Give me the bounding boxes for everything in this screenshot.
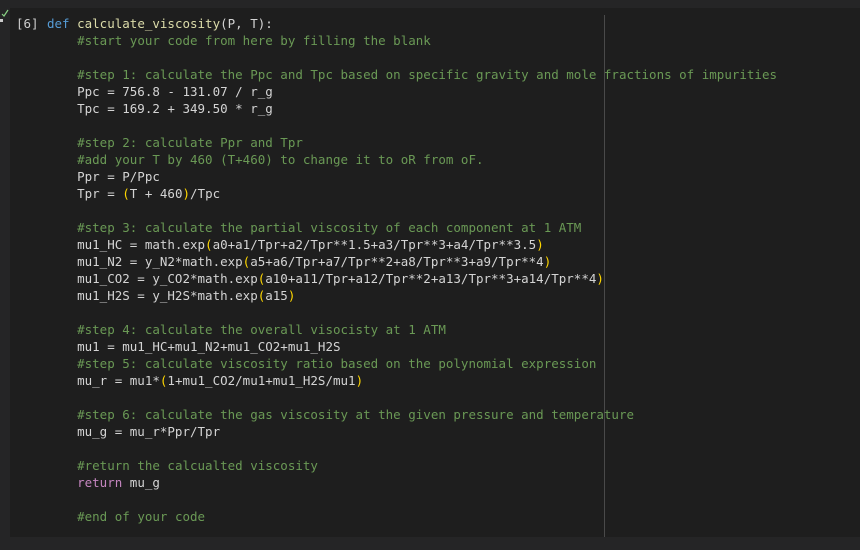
code-line[interactable] — [47, 49, 777, 66]
code-token-plain: a0+a1/Tpr+a2/Tpr**1.5+a3/Tpr**3+a4/Tpr**… — [212, 237, 537, 252]
code-token-plain: mu1_HC = math.exp — [47, 237, 206, 252]
code-line[interactable]: #return the calcualted viscosity — [47, 457, 777, 474]
code-token-comment: #step 6: calculate the gas viscosity at … — [77, 407, 635, 422]
code-token-paren: ) — [287, 288, 296, 303]
code-token-comment: #step 1: calculate the Ppc and Tpc based… — [77, 67, 777, 82]
code-token-ctrl: return — [77, 475, 123, 490]
check-icon — [0, 8, 10, 28]
code-line[interactable]: #start your code from here by filling th… — [47, 32, 777, 49]
code-token-plain: mu1_CO2 = y_CO2*math.exp — [47, 271, 258, 286]
code-token-comment: #step 3: calculate the partial viscosity… — [77, 220, 582, 235]
code-line[interactable]: #step 1: calculate the Ppc and Tpc based… — [47, 66, 777, 83]
code-line[interactable]: Ppr = P/Ppc — [47, 168, 777, 185]
code-token-fn: calculate_viscosity — [77, 16, 221, 31]
bottom-strip — [0, 537, 860, 550]
code-token-paren: ) — [536, 237, 544, 252]
code-line[interactable]: def calculate_viscosity(P, T): — [47, 15, 777, 32]
code-line[interactable]: return mu_g — [47, 474, 777, 491]
code-token-plain: Ppr = P/Ppc — [47, 169, 160, 184]
code-token-paren: ( — [122, 186, 130, 201]
code-line[interactable]: Tpr = (T + 460)/Tpc — [47, 185, 777, 202]
code-line[interactable] — [47, 491, 777, 508]
code-token-comment: #add your T by 460 (T+460) to change it … — [77, 152, 484, 167]
code-line[interactable]: #step 2: calculate Ppr and Tpr — [47, 134, 777, 151]
code-token-plain: a15 — [265, 288, 288, 303]
top-toolbar-strip — [0, 0, 860, 8]
code-token-paren: ) — [182, 186, 191, 201]
code-token-plain: mu1_N2 = y_N2*math.exp — [47, 254, 243, 269]
code-token-plain: mu_r = mu1* — [47, 373, 160, 388]
code-token-paren: ) — [355, 373, 364, 388]
notebook-window: [6] def calculate_viscosity(P, T): #star… — [0, 0, 860, 550]
execution-count-label: [6] — [16, 16, 39, 31]
code-token-plain: mu_g — [122, 475, 160, 490]
code-line[interactable]: Tpc = 169.2 + 349.50 * r_g — [47, 100, 777, 117]
code-line[interactable] — [47, 304, 777, 321]
code-editor[interactable]: def calculate_viscosity(P, T): #start yo… — [47, 15, 777, 525]
code-token-comment: #step 2: calculate Ppr and Tpr — [77, 135, 303, 150]
code-line[interactable] — [47, 440, 777, 457]
code-token-plain: 1+mu1_CO2/mu1+mu1_H2S/mu1 — [167, 373, 356, 388]
code-line[interactable] — [47, 389, 777, 406]
code-token-comment: #end of your code — [77, 509, 206, 524]
code-token-comment: #step 4: calculate the overall visocisty… — [77, 322, 446, 337]
code-token-plain: a5+a6/Tpr+a7/Tpr**2+a8/Tpr**3+a9/Tpr**4 — [250, 254, 544, 269]
code-line[interactable]: Ppc = 756.8 - 131.07 / r_g — [47, 83, 777, 100]
code-line[interactable]: #add your T by 460 (T+460) to change it … — [47, 151, 777, 168]
code-line[interactable]: #end of your code — [47, 508, 777, 525]
code-token-plain: Tpr = — [47, 186, 123, 201]
code-token-comment: #return the calcualted viscosity — [77, 458, 318, 473]
code-line[interactable]: mu1_H2S = y_H2S*math.exp(a15) — [47, 287, 777, 304]
code-token-plain: T + 460 — [129, 186, 183, 201]
code-line[interactable]: mu1_CO2 = y_CO2*math.exp(a10+a11/Tpr+a12… — [47, 270, 777, 287]
code-line[interactable]: #step 3: calculate the partial viscosity… — [47, 219, 777, 236]
code-line[interactable] — [47, 117, 777, 134]
code-token-plain: /Tpc — [190, 186, 221, 201]
code-token-plain: (P, T): — [220, 16, 273, 31]
code-token-keyword: def — [47, 16, 78, 31]
code-token-plain: mu1_H2S = y_H2S*math.exp — [47, 288, 258, 303]
code-line[interactable] — [47, 202, 777, 219]
code-line[interactable]: #step 6: calculate the gas viscosity at … — [47, 406, 777, 423]
code-token-plain: mu1 = mu1_HC+mu1_N2+mu1_CO2+mu1_H2S — [47, 339, 341, 354]
code-line[interactable]: mu1_HC = math.exp(a0+a1/Tpr+a2/Tpr**1.5+… — [47, 236, 777, 253]
code-token-plain: a10+a11/Tpr+a12/Tpr**2+a13/Tpr**3+a14/Tp… — [265, 271, 597, 286]
code-token-comment: #start your code from here by filling th… — [77, 33, 431, 48]
code-line[interactable]: mu1_N2 = y_N2*math.exp(a5+a6/Tpr+a7/Tpr*… — [47, 253, 777, 270]
code-line[interactable]: mu_g = mu_r*Ppr/Tpr — [47, 423, 777, 440]
code-line[interactable]: mu1 = mu1_HC+mu1_N2+mu1_CO2+mu1_H2S — [47, 338, 777, 355]
cell-gutter — [0, 8, 10, 537]
code-token-plain: mu_g = mu_r*Ppr/Tpr — [47, 424, 221, 439]
code-line[interactable]: #step 4: calculate the overall visocisty… — [47, 321, 777, 338]
code-token-comment: #step 5: calculate viscosity ratio based… — [77, 356, 597, 371]
code-token-plain: Ppc = 756.8 - 131.07 / r_g — [47, 84, 273, 99]
code-token-plain: Tpc = 169.2 + 349.50 * r_g — [47, 101, 273, 116]
code-token-paren: ( — [205, 237, 213, 252]
code-line[interactable]: #step 5: calculate viscosity ratio based… — [47, 355, 777, 372]
code-line[interactable]: mu_r = mu1*(1+mu1_CO2/mu1+mu1_H2S/mu1) — [47, 372, 777, 389]
code-token-paren: ) — [543, 254, 552, 269]
code-token-paren: ) — [596, 271, 604, 286]
